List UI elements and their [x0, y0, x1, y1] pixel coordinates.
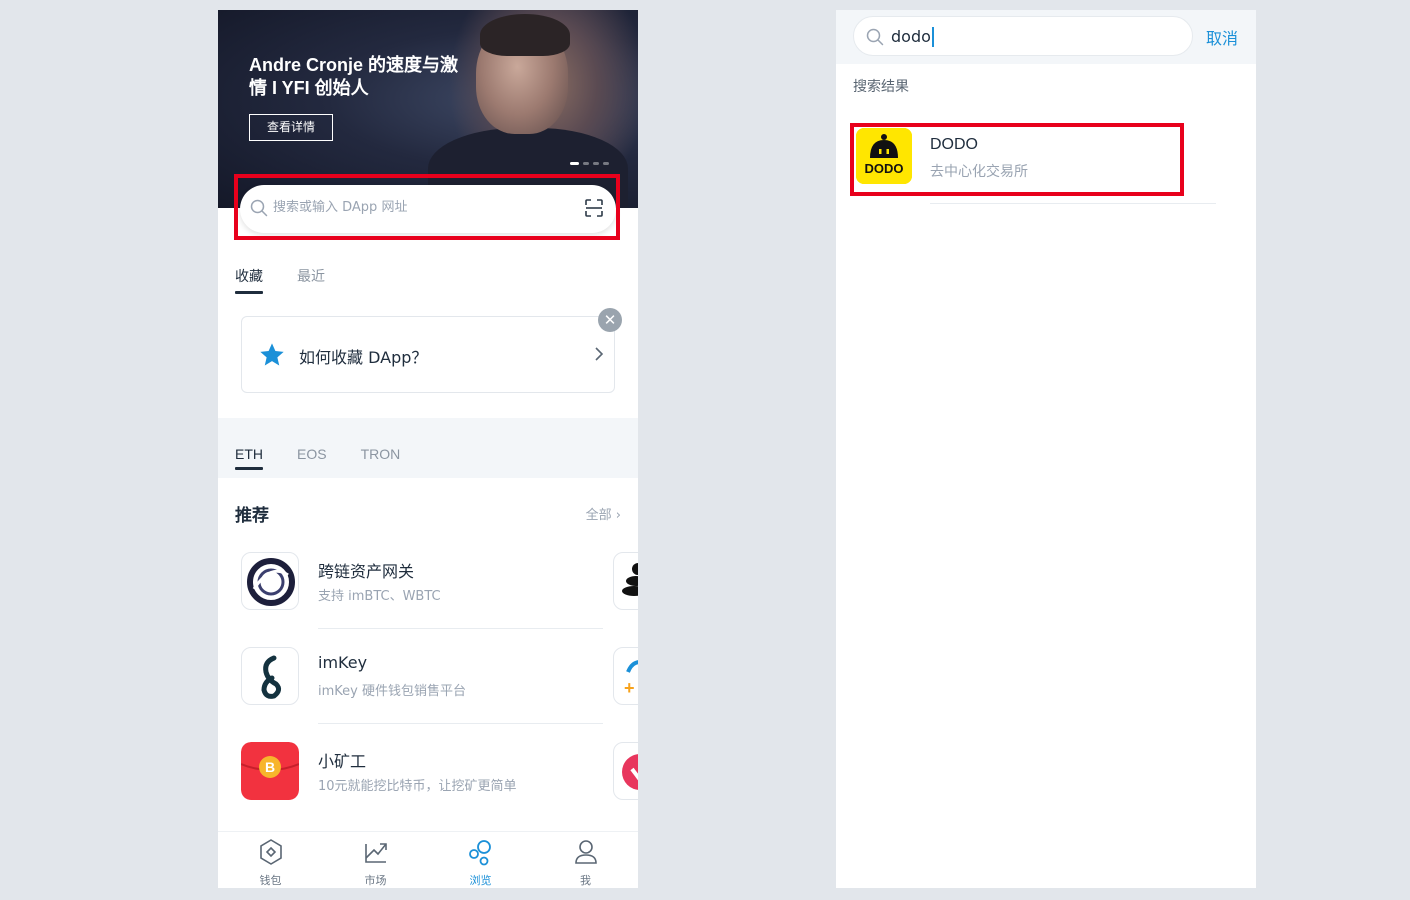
dapp-list-item[interactable]: imKey imKey 硬件钱包销售平台 [241, 647, 603, 742]
nav-label: 市场 [364, 874, 387, 887]
dapp-name: 小矿工 [318, 752, 367, 771]
partial-dapp-icon[interactable] [613, 742, 638, 800]
tab-eth[interactable]: ETH [235, 446, 263, 470]
partial-dapp-icon[interactable]: + [613, 647, 638, 705]
highlight-result-box [850, 123, 1184, 196]
favorites-recent-tabs: 收藏 最近 [235, 266, 325, 294]
dapp-description: 10元就能挖比特币，让挖矿更简单 [318, 779, 517, 794]
imkey-icon [241, 647, 299, 705]
market-icon [364, 843, 387, 863]
nav-profile[interactable]: 我 [533, 832, 638, 888]
divider [930, 203, 1216, 204]
cross-chain-gateway-icon [241, 552, 299, 610]
chain-tabs: ETH EOS TRON [235, 446, 400, 470]
tab-tron[interactable]: TRON [361, 446, 401, 470]
dapp-list-item[interactable]: B 小矿工 10元就能挖比特币，让挖矿更简单 [241, 742, 603, 837]
divider [318, 723, 603, 724]
close-tip-button[interactable]: ✕ [598, 308, 622, 332]
tab-recent[interactable]: 最近 [297, 266, 325, 294]
nav-market[interactable]: 市场 [323, 832, 428, 888]
nav-browse[interactable]: 浏览 [428, 832, 533, 888]
favorite-tip-text: 如何收藏 DApp？ [299, 348, 428, 367]
text-caret [931, 27, 934, 47]
how-to-favorite-card[interactable]: 如何收藏 DApp？ [241, 316, 615, 393]
recommend-heading: 推荐 [235, 506, 269, 526]
bitcoin-miner-icon: B [241, 742, 299, 800]
highlight-search-box [234, 174, 620, 240]
pagination-dot [603, 162, 609, 165]
profile-icon [574, 840, 597, 864]
search-input-value: dodo [891, 27, 931, 46]
search-field[interactable]: dodo [853, 16, 1193, 56]
svg-text:B: B [265, 759, 275, 775]
dapp-description: 支持 imBTC、WBTC [318, 589, 441, 604]
pagination-dot [583, 162, 589, 165]
banner-pagination [570, 162, 609, 165]
view-details-button[interactable]: 查看详情 [249, 114, 333, 141]
svg-text:+: + [624, 678, 635, 698]
dapp-description: imKey 硬件钱包销售平台 [318, 684, 466, 699]
wallet-icon [259, 839, 282, 865]
dapp-name: 跨链资产网关 [318, 562, 415, 581]
nav-label: 钱包 [259, 874, 282, 887]
cancel-button[interactable]: 取消 [1206, 25, 1238, 49]
banner-title: Andre Cronje 的速度与激情 I YFI 创始人 [249, 55, 459, 98]
nav-label: 浏览 [469, 874, 492, 887]
search-icon [866, 28, 884, 46]
nav-label: 我 [580, 874, 591, 887]
dapp-list-item[interactable]: 跨链资产网关 支持 imBTC、WBTC [241, 552, 603, 647]
dapp-name: imKey [318, 653, 368, 672]
tab-favorites[interactable]: 收藏 [235, 266, 263, 294]
pagination-dot [593, 162, 599, 165]
bottom-navigation: 钱包 市场 浏览 我 [218, 831, 638, 888]
view-all-link[interactable]: 全部 › [586, 504, 621, 523]
nav-wallet[interactable]: 钱包 [218, 832, 323, 888]
search-results-label: 搜索结果 [853, 79, 909, 95]
browse-icon [468, 840, 491, 866]
dapp-browser-screen: Andre Cronje 的速度与激情 I YFI 创始人 查看详情 搜索或输入… [218, 10, 638, 888]
star-icon [260, 343, 284, 366]
search-input-wrap[interactable]: dodo [891, 27, 934, 47]
tab-eos[interactable]: EOS [297, 446, 327, 470]
pagination-dot-active [570, 162, 579, 165]
divider [318, 628, 603, 629]
partial-dapp-icon[interactable] [613, 552, 638, 610]
chevron-right-icon [595, 347, 604, 361]
banner-person-hair [480, 14, 570, 56]
